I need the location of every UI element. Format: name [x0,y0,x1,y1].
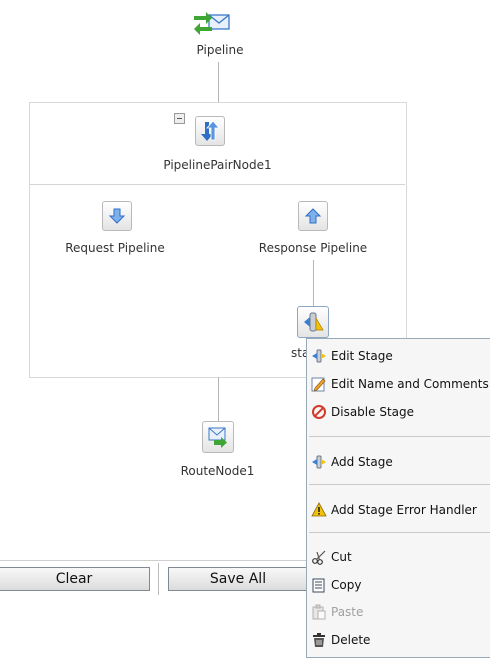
menu-separator [309,484,490,485]
menu-item-label: Paste [331,605,364,619]
pipeline-pair-node-icon[interactable] [195,116,225,146]
menu-item-label: Disable Stage [331,405,415,419]
trash-icon [311,632,327,648]
menu-item-copy[interactable]: Copy [307,574,490,596]
save-all-button[interactable]: Save All [168,567,308,591]
stage-node-icon[interactable] [297,306,329,338]
connector-line [218,62,219,102]
menu-item-label: Edit Name and Comments [331,377,489,391]
menu-item-edit-stage[interactable]: Edit Stage [307,345,490,367]
menu-item-add-error-handler[interactable]: Add Stage Error Handler [307,499,490,521]
menu-item-add-stage[interactable]: Add Stage [307,451,490,473]
container-divider [30,184,405,185]
collapse-icon[interactable] [174,113,185,124]
menu-separator [309,436,490,437]
toolbar-divider [0,560,310,561]
route-node-label: RouteNode1 [180,464,255,478]
response-pipeline-icon[interactable] [298,201,328,231]
pipeline-icon[interactable] [192,8,238,38]
menu-item-label: Delete [331,633,371,647]
context-menu: Edit Stage Edit Name and Comments Disabl… [306,338,490,658]
menu-item-label: Cut [331,550,352,564]
response-pipeline-label: Response Pipeline [258,241,368,255]
paste-icon [311,604,327,620]
pipeline-label: Pipeline [196,43,244,57]
clear-button[interactable]: Clear [0,567,150,591]
menu-item-label: Add Stage [331,455,393,469]
stage-icon [311,454,327,470]
menu-item-paste[interactable]: Paste [307,601,490,623]
disable-icon [311,404,327,420]
menu-item-disable-stage[interactable]: Disable Stage [307,401,490,423]
menu-item-delete[interactable]: Delete [307,629,490,651]
toolbar-separator [158,563,159,595]
menu-item-label: Copy [331,578,362,592]
menu-separator [309,532,490,533]
menu-item-edit-name-comments[interactable]: Edit Name and Comments [307,373,490,395]
scissors-icon [311,549,327,565]
connector-line [218,377,219,421]
copy-icon [311,577,327,593]
request-pipeline-label: Request Pipeline [65,241,165,255]
menu-item-label: Add Stage Error Handler [331,503,477,517]
pencil-icon [311,376,327,392]
menu-item-label: Edit Stage [331,349,393,363]
stage-icon [311,348,327,364]
connector-line [313,260,314,306]
pipeline-pair-node-label: PipelinePairNode1 [163,158,272,172]
menu-item-cut[interactable]: Cut [307,546,490,568]
route-node-icon[interactable] [202,421,234,453]
request-pipeline-icon[interactable] [102,201,132,231]
warning-icon [311,502,327,518]
